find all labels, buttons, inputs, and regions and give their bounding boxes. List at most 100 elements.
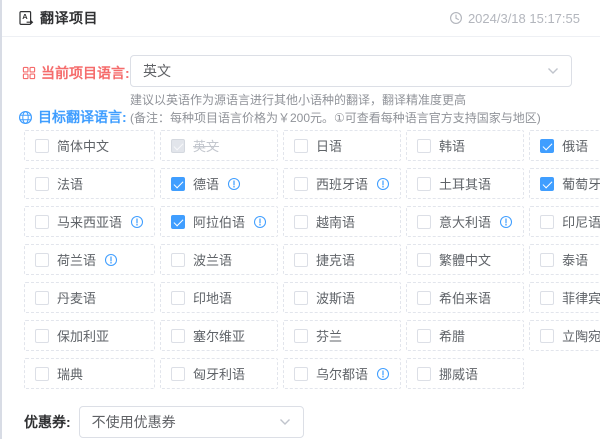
chevron-down-icon xyxy=(547,67,559,75)
checkbox[interactable] xyxy=(294,367,308,381)
checkbox[interactable] xyxy=(171,139,185,153)
checkbox[interactable] xyxy=(540,291,554,305)
checkbox[interactable] xyxy=(417,215,431,229)
language-option[interactable]: 马来西亚语 xyxy=(24,206,155,237)
checkbox[interactable] xyxy=(417,253,431,267)
language-label: 土耳其语 xyxy=(439,174,491,193)
info-icon[interactable] xyxy=(499,215,513,229)
coupon-label: 优惠券: xyxy=(24,412,71,432)
language-option[interactable]: 菲律宾 xyxy=(529,282,600,313)
checkbox[interactable] xyxy=(294,177,308,191)
language-label: 印地语 xyxy=(193,288,232,307)
checkbox[interactable] xyxy=(540,177,554,191)
language-option[interactable]: 葡萄牙语 xyxy=(529,168,600,199)
svg-text:A: A xyxy=(22,12,28,21)
language-option[interactable]: 立陶宛 xyxy=(529,320,600,351)
checkbox[interactable] xyxy=(294,329,308,343)
checkbox[interactable] xyxy=(35,253,49,267)
language-option[interactable]: 韩语 xyxy=(406,130,524,161)
language-option[interactable]: 瑞典 xyxy=(24,358,155,389)
checkbox[interactable] xyxy=(171,177,185,191)
checkbox[interactable] xyxy=(417,367,431,381)
language-label: 俄语 xyxy=(562,136,588,155)
language-option[interactable]: 西班牙语 xyxy=(283,168,401,199)
language-label: 荷兰语 xyxy=(57,250,96,269)
language-option[interactable]: 丹麦语 xyxy=(24,282,155,313)
language-option[interactable]: 繁體中文 xyxy=(406,244,524,275)
language-label: 韩语 xyxy=(439,136,465,155)
language-label: 丹麦语 xyxy=(57,288,96,307)
chevron-down-icon xyxy=(279,418,291,426)
info-icon[interactable] xyxy=(130,215,144,229)
language-option[interactable]: 简体中文 xyxy=(24,130,155,161)
language-grid: 简体中文 英文 日语 韩语 俄语 法语 德语 xyxy=(24,130,586,389)
checkbox[interactable] xyxy=(171,291,185,305)
translation-project-panel: A 翻译项目 2024/3/18 15:17:55 xyxy=(0,0,600,439)
checkbox[interactable] xyxy=(35,291,49,305)
language-option[interactable]: 俄语 xyxy=(529,130,600,161)
checkbox[interactable] xyxy=(294,253,308,267)
language-label: 越南语 xyxy=(316,212,355,231)
language-option[interactable]: 日语 xyxy=(283,130,401,161)
globe-icon xyxy=(18,110,33,125)
language-option[interactable]: 意大利语 xyxy=(406,206,524,237)
checkbox[interactable] xyxy=(417,291,431,305)
language-option[interactable]: 印尼语 xyxy=(529,206,600,237)
language-label: 英文 xyxy=(193,136,219,155)
language-option[interactable]: 法语 xyxy=(24,168,155,199)
checkbox[interactable] xyxy=(417,177,431,191)
coupon-select[interactable]: 不使用优惠券 xyxy=(79,406,304,438)
language-option[interactable]: 英文 xyxy=(160,130,278,161)
language-option[interactable]: 阿拉伯语 xyxy=(160,206,278,237)
language-option[interactable]: 荷兰语 xyxy=(24,244,155,275)
checkbox[interactable] xyxy=(294,215,308,229)
checkbox[interactable] xyxy=(417,329,431,343)
language-option[interactable]: 挪威语 xyxy=(406,358,524,389)
checkbox[interactable] xyxy=(171,253,185,267)
source-language-hint: 建议以英语作为源语言进行其他小语种的翻译，翻译精准度更高 xyxy=(130,91,466,108)
language-option[interactable]: 越南语 xyxy=(283,206,401,237)
language-option[interactable]: 泰语 xyxy=(529,244,600,275)
language-label: 捷克语 xyxy=(316,250,355,269)
language-option[interactable]: 波斯语 xyxy=(283,282,401,313)
checkbox[interactable] xyxy=(294,291,308,305)
language-option[interactable]: 捷克语 xyxy=(283,244,401,275)
checkbox[interactable] xyxy=(171,215,185,229)
checkbox[interactable] xyxy=(540,139,554,153)
language-label: 泰语 xyxy=(562,250,588,269)
clock-icon xyxy=(449,11,463,25)
info-icon[interactable] xyxy=(376,367,390,381)
info-icon[interactable] xyxy=(227,177,241,191)
checkbox[interactable] xyxy=(35,177,49,191)
checkbox[interactable] xyxy=(35,139,49,153)
checkbox[interactable] xyxy=(540,329,554,343)
language-option[interactable]: 希伯来语 xyxy=(406,282,524,313)
language-option[interactable]: 塞尔维亚 xyxy=(160,320,278,351)
language-option[interactable]: 德语 xyxy=(160,168,278,199)
current-language-select[interactable]: 英文 xyxy=(130,55,572,87)
language-label: 德语 xyxy=(193,174,219,193)
checkbox[interactable] xyxy=(417,139,431,153)
info-icon[interactable] xyxy=(104,253,118,267)
checkbox[interactable] xyxy=(540,253,554,267)
language-option[interactable]: 乌尔都语 xyxy=(283,358,401,389)
language-option[interactable]: 土耳其语 xyxy=(406,168,524,199)
checkbox[interactable] xyxy=(171,329,185,343)
language-label: 简体中文 xyxy=(57,136,109,155)
checkbox[interactable] xyxy=(35,215,49,229)
language-option[interactable]: 芬兰 xyxy=(283,320,401,351)
timestamp: 2024/3/18 15:17:55 xyxy=(449,11,580,26)
checkbox[interactable] xyxy=(540,215,554,229)
language-label: 波斯语 xyxy=(316,288,355,307)
language-option[interactable]: 印地语 xyxy=(160,282,278,313)
language-option[interactable]: 匈牙利语 xyxy=(160,358,278,389)
language-option[interactable]: 希腊 xyxy=(406,320,524,351)
language-option[interactable]: 保加利亚 xyxy=(24,320,155,351)
checkbox[interactable] xyxy=(35,367,49,381)
info-icon[interactable] xyxy=(376,177,390,191)
checkbox[interactable] xyxy=(171,367,185,381)
info-icon[interactable] xyxy=(253,215,267,229)
language-option[interactable]: 波兰语 xyxy=(160,244,278,275)
checkbox[interactable] xyxy=(35,329,49,343)
checkbox[interactable] xyxy=(294,139,308,153)
